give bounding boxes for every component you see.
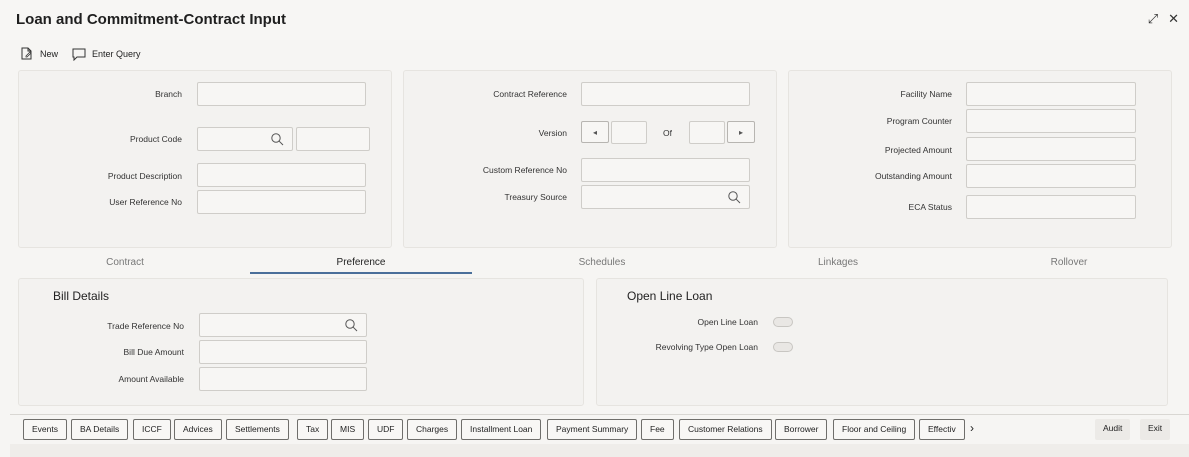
version-next-button[interactable]: ▸ — [727, 121, 755, 143]
footer-strip — [10, 444, 1189, 457]
mis-button[interactable]: MIS — [331, 419, 365, 440]
search-icon[interactable] — [727, 190, 741, 204]
branch-label: Branch — [155, 89, 182, 99]
revolving-type-toggle[interactable] — [773, 342, 793, 352]
ba-details-button[interactable]: BA Details — [71, 419, 129, 440]
product-description-label: Product Description — [107, 171, 182, 181]
bottom-button-bar: Events BA Details ICCF Advices Settlemen… — [10, 414, 1189, 444]
new-document-icon — [21, 47, 32, 60]
projected-amount-label: Projected Amount — [884, 145, 952, 155]
contract-reference-label: Contract Reference — [493, 89, 567, 99]
version-prev-button[interactable]: ◂ — [581, 121, 609, 143]
audit-button[interactable]: Audit — [1095, 419, 1131, 440]
toolbar: New Enter Query — [20, 46, 141, 62]
amount-available-label: Amount Available — [118, 374, 184, 384]
close-icon[interactable]: ✕ — [1168, 11, 1179, 27]
window-controls: ⤢ ✕ — [1148, 11, 1179, 27]
settlements-button[interactable]: Settlements — [226, 419, 289, 440]
open-line-loan-label: Open Line Loan — [697, 317, 759, 327]
product-code-input[interactable] — [197, 127, 293, 151]
advices-button[interactable]: Advices — [174, 419, 222, 440]
version-input[interactable] — [611, 121, 647, 144]
exit-button[interactable]: Exit — [1140, 419, 1171, 440]
trade-reference-label: Trade Reference No — [107, 321, 184, 331]
of-label: Of — [663, 128, 672, 138]
projected-amount-input[interactable] — [966, 137, 1136, 161]
eca-status-label: ECA Status — [908, 202, 952, 212]
scroll-right-icon[interactable]: › — [962, 419, 982, 440]
new-button[interactable]: New — [20, 47, 58, 61]
outstanding-amount-label: Outstanding Amount — [874, 171, 952, 181]
customer-relations-button[interactable]: Customer Relations — [679, 419, 772, 440]
floor-and-ceiling-button[interactable]: Floor and Ceiling — [833, 419, 916, 440]
program-counter-input[interactable] — [966, 109, 1136, 133]
treasury-source-input[interactable] — [581, 185, 750, 209]
iccf-button[interactable]: ICCF — [133, 419, 171, 440]
trade-reference-input[interactable] — [199, 313, 367, 337]
facility-name-input[interactable] — [966, 82, 1136, 106]
udf-button[interactable]: UDF — [368, 419, 404, 440]
enter-query-button[interactable]: Enter Query — [72, 47, 141, 61]
program-counter-label: Program Counter — [886, 116, 952, 126]
page-title: Loan and Commitment-Contract Input — [16, 11, 286, 28]
installment-loan-button[interactable]: Installment Loan — [461, 419, 542, 440]
events-button[interactable]: Events — [23, 419, 67, 440]
product-code-desc-input[interactable] — [296, 127, 370, 151]
user-reference-input[interactable] — [197, 190, 366, 214]
tab-linkages[interactable]: Linkages — [727, 254, 949, 274]
version-total-input[interactable] — [689, 121, 725, 144]
effective-button[interactable]: Effectiv — [919, 419, 965, 440]
treasury-source-label: Treasury Source — [504, 192, 567, 202]
charges-button[interactable]: Charges — [407, 419, 458, 440]
bill-due-amount-label: Bill Due Amount — [123, 347, 184, 357]
version-label: Version — [538, 128, 567, 138]
fee-button[interactable]: Fee — [641, 419, 674, 440]
tab-bar: Contract Preference Schedules Linkages R… — [10, 254, 1189, 274]
user-reference-label: User Reference No — [109, 197, 182, 207]
custom-reference-input[interactable] — [581, 158, 750, 182]
chevron-right-icon: ▸ — [738, 127, 743, 137]
branch-input[interactable] — [197, 82, 366, 106]
product-code-label: Product Code — [130, 134, 182, 144]
bill-details-title: Bill Details — [53, 289, 110, 303]
payment-summary-button[interactable]: Payment Summary — [547, 419, 638, 440]
facility-name-label: Facility Name — [900, 89, 952, 99]
tab-contract[interactable]: Contract — [14, 254, 236, 274]
search-icon[interactable] — [344, 318, 358, 332]
borrower-button[interactable]: Borrower — [775, 419, 828, 440]
title-bar: Loan and Commitment-Contract Input ⤢ ✕ — [0, 0, 1189, 40]
product-description-input[interactable] — [197, 163, 366, 187]
outstanding-amount-input[interactable] — [966, 164, 1136, 188]
revolving-type-label: Revolving Type Open Loan — [655, 342, 758, 352]
chevron-left-icon: ◂ — [592, 127, 597, 137]
eca-status-input[interactable] — [966, 195, 1136, 219]
enter-query-label: Enter Query — [92, 49, 141, 59]
amount-available-input[interactable] — [199, 367, 367, 391]
tab-preference[interactable]: Preference — [250, 254, 472, 274]
expand-icon[interactable]: ⤢ — [1148, 11, 1158, 27]
chat-icon — [72, 48, 86, 61]
tab-rollover[interactable]: Rollover — [958, 254, 1180, 274]
open-line-loan-title: Open Line Loan — [627, 289, 713, 303]
tax-button[interactable]: Tax — [297, 419, 329, 440]
search-icon[interactable] — [270, 132, 284, 146]
contract-reference-input[interactable] — [581, 82, 750, 106]
open-line-loan-toggle[interactable] — [773, 317, 793, 327]
custom-reference-label: Custom Reference No — [482, 165, 567, 175]
tab-schedules[interactable]: Schedules — [491, 254, 713, 274]
new-label: New — [40, 49, 59, 59]
bill-due-amount-input[interactable] — [199, 340, 367, 364]
